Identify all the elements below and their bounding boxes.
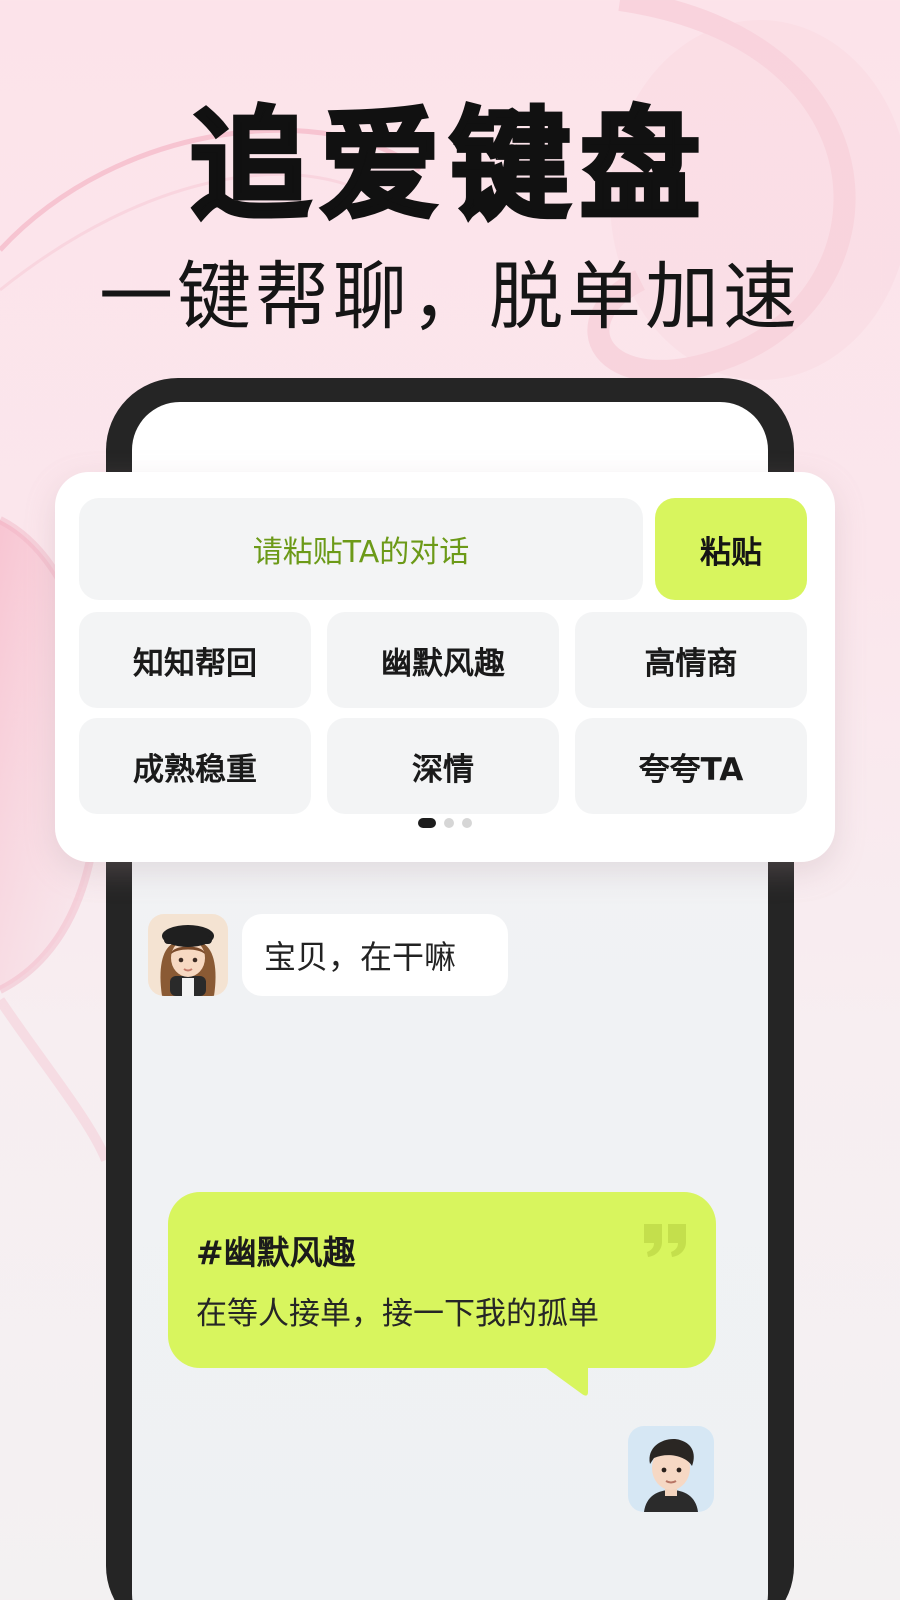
quote-icon	[644, 1224, 686, 1257]
incoming-message-text: 宝贝，在干嘛	[264, 938, 457, 976]
reply-bubble-tail	[538, 1362, 588, 1396]
app-slogan: 一键帮聊，脱单加速	[99, 254, 801, 340]
girl-avatar-icon	[160, 925, 216, 996]
boy-avatar-icon	[644, 1439, 698, 1512]
page-indicator	[55, 818, 835, 828]
page-dot	[444, 818, 454, 828]
page-dot	[462, 818, 472, 828]
paste-conversation-input[interactable]: 请粘贴TA的对话	[79, 498, 643, 600]
page-dot-active	[418, 818, 436, 828]
keyboard-panel: 请粘贴TA的对话 粘贴 知知帮回 幽默风趣 高情商 成熟稳重 深情 夸夸TA	[55, 472, 835, 862]
reply-style-tag: #幽默风趣	[196, 1233, 356, 1272]
incoming-message-bubble: 宝贝，在干嘛	[242, 914, 508, 996]
paste-button[interactable]: 粘贴	[655, 498, 807, 600]
style-chip-humorous[interactable]: 幽默风趣	[327, 612, 559, 708]
reply-text: 在等人接单，接一下我的孤单	[196, 1296, 599, 1332]
reply-style-grid: 知知帮回 幽默风趣 高情商 成熟稳重 深情 夸夸TA	[79, 612, 807, 814]
style-chip-zhizhi-help[interactable]: 知知帮回	[79, 612, 311, 708]
suggested-reply-card[interactable]: #幽默风趣 在等人接单，接一下我的孤单	[168, 1192, 716, 1368]
style-chip-mature[interactable]: 成熟稳重	[79, 718, 311, 814]
style-chip-high-eq[interactable]: 高情商	[575, 612, 807, 708]
paste-input-placeholder: 请粘贴TA的对话	[252, 535, 470, 570]
style-chip-affectionate[interactable]: 深情	[327, 718, 559, 814]
girl-avatar	[148, 914, 228, 996]
style-chip-praise-ta[interactable]: 夸夸TA	[575, 718, 807, 814]
boy-avatar	[628, 1426, 714, 1512]
app-title: 追爱键盘	[188, 95, 710, 238]
